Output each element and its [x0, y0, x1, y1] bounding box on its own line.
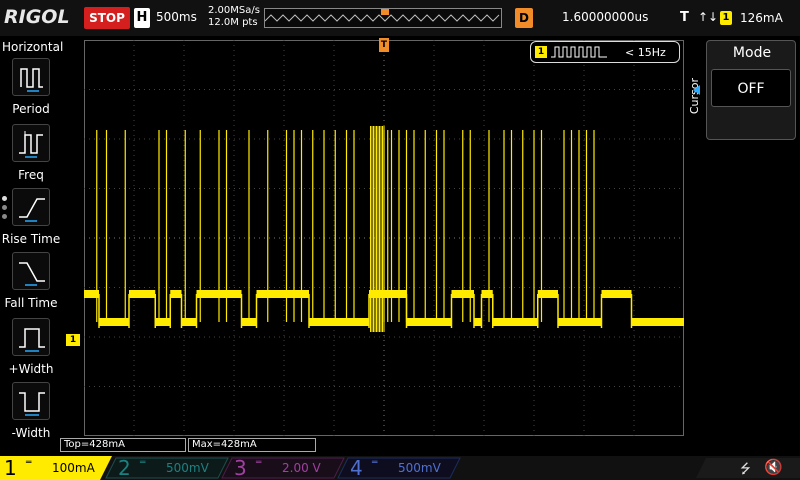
- menu-label-period: Period: [12, 102, 50, 116]
- menu-item-rise-time[interactable]: Rise Time: [0, 188, 62, 252]
- waveform-segment: [406, 318, 452, 326]
- waveform-segment: [129, 290, 156, 298]
- menu-item-freq[interactable]: Freq: [0, 124, 62, 188]
- channel-bar: 1 ═ 100mA 2 ═ 500mV 3 ═ 2.00 V 4 ═ 500mV…: [0, 456, 800, 480]
- dc-coupling-icon: ═: [26, 458, 32, 468]
- menu-label-positive-width: +Width: [8, 362, 54, 376]
- cursor-menu-panel: Cursor Mode OFF: [686, 36, 800, 456]
- frequency-channel-badge: 1: [535, 46, 547, 58]
- selector-arrow-icon: [693, 85, 700, 95]
- sample-rate: 2.00MSa/s: [208, 5, 260, 16]
- waveform-segment: [631, 318, 684, 326]
- menu-item-positive-width[interactable]: +Width: [0, 318, 62, 382]
- memory-depth: 12.0M pts: [208, 17, 258, 28]
- waveform-segment: [99, 318, 129, 326]
- cursor-side-label: Cursor: [688, 78, 701, 115]
- usb-icon: ⭍: [740, 462, 751, 477]
- waveform-segment: [537, 290, 558, 298]
- trigger-position-marker[interactable]: T: [379, 38, 389, 52]
- fall-time-icon: [12, 252, 50, 290]
- waveform-segment: [155, 318, 171, 326]
- timebase-badge: H: [134, 8, 150, 28]
- channel3-number: 3: [234, 456, 247, 480]
- positive-width-icon: [12, 318, 50, 356]
- speaker-muted-icon[interactable]: 🔇: [764, 458, 783, 476]
- trigger-edge-icon: ↑↓: [698, 10, 719, 24]
- brand-logo: RIGOL: [4, 6, 70, 28]
- waveform-display[interactable]: [84, 40, 684, 436]
- pulse-train-icon: [551, 46, 607, 58]
- trigger-level-value[interactable]: 126mA: [740, 11, 783, 25]
- channel1-ground-marker[interactable]: 1: [66, 334, 80, 346]
- waveform-segment: [492, 318, 538, 326]
- timebase-value[interactable]: 500ms: [156, 10, 197, 24]
- trigger-source-badge: 1: [720, 11, 732, 25]
- memory-trigger-marker: [381, 9, 389, 15]
- frequency-readout: 1 < 15Hz: [530, 41, 680, 63]
- trigger-badge: T: [680, 10, 689, 25]
- waveform-segment: [170, 290, 182, 298]
- cursor-mode-softkey[interactable]: Mode OFF: [693, 40, 796, 140]
- menu-label-negative-width: -Width: [11, 426, 51, 440]
- measurement-max[interactable]: Max=428mA: [188, 438, 316, 452]
- delay-value[interactable]: 1.60000000us: [562, 10, 648, 24]
- measurement-top[interactable]: Top=428mA: [60, 438, 186, 452]
- channel3-tab[interactable]: 3 ═ 2.00 V: [230, 456, 340, 480]
- freq-icon: [12, 124, 50, 162]
- channel4-scale: 500mV: [398, 461, 441, 475]
- channel1-tab[interactable]: 1 ═ 100mA: [0, 456, 110, 480]
- dc-coupling-icon: ═: [256, 458, 262, 468]
- channel3-scale: 2.00 V: [282, 461, 321, 475]
- delay-badge: D: [515, 8, 533, 28]
- channel4-number: 4: [350, 456, 363, 480]
- channel2-tab[interactable]: 2 ═ 500mV: [114, 456, 224, 480]
- channel2-number: 2: [118, 456, 131, 480]
- menu-label-rise-time: Rise Time: [1, 232, 61, 246]
- period-icon: [12, 58, 50, 96]
- channel1-number: 1: [4, 456, 17, 480]
- frequency-value: < 15Hz: [625, 46, 666, 59]
- waveform-segment: [181, 318, 197, 326]
- negative-width-icon: [12, 382, 50, 420]
- dc-coupling-icon: ═: [372, 458, 378, 468]
- horizontal-measure-menu: Horizontal Period Freq Rise Time Fall Ti…: [0, 36, 64, 456]
- top-status-bar: RIGOL STOP H 500ms 2.00MSa/s 12.0M pts D…: [0, 0, 800, 36]
- rise-time-icon: [12, 188, 50, 226]
- acquisition-info: 2.00MSa/s 12.0M pts: [208, 5, 260, 29]
- channel1-scale: 100mA: [52, 461, 95, 475]
- run-stop-button[interactable]: STOP: [84, 7, 130, 29]
- channel2-scale: 500mV: [166, 461, 209, 475]
- menu-label-fall-time: Fall Time: [4, 296, 58, 310]
- memory-overview-strip[interactable]: [264, 8, 502, 28]
- menu-item-period[interactable]: Period: [0, 58, 62, 122]
- menu-label-freq: Freq: [18, 168, 44, 182]
- cursor-mode-value: OFF: [711, 69, 791, 107]
- menu-item-fall-time[interactable]: Fall Time: [0, 252, 62, 316]
- waveform-segment: [601, 290, 632, 298]
- dc-coupling-icon: ═: [140, 458, 146, 468]
- memory-overview-wave: [264, 9, 500, 22]
- waveform-segment: [474, 318, 482, 326]
- menu-title: Horizontal: [2, 40, 64, 54]
- waveform-segment: [309, 318, 369, 326]
- menu-item-negative-width[interactable]: -Width: [0, 382, 62, 446]
- cursor-mode-title: Mode: [732, 45, 772, 61]
- channel4-tab[interactable]: 4 ═ 500mV: [346, 456, 456, 480]
- graticule: [84, 40, 684, 436]
- waveform-segment: [481, 290, 493, 298]
